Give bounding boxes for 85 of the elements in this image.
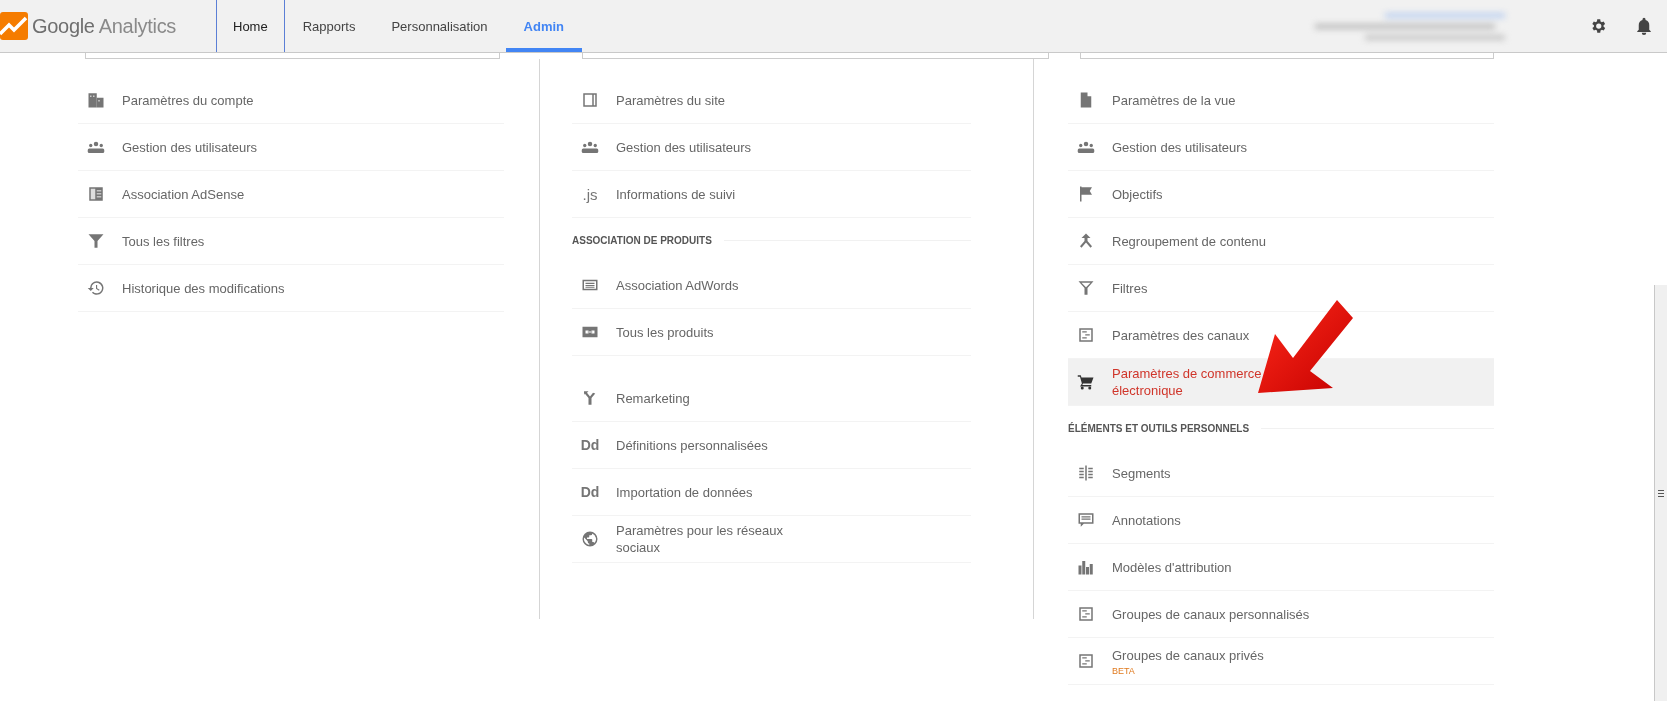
menu-item[interactable]: Groupes de canaux privés BETA: [1068, 638, 1494, 685]
menu-item-label: Paramètres pour les réseaux sociaux: [616, 522, 784, 556]
section-heading: ÉLÉMENTS ET OUTILS PERSONNELS: [1068, 422, 1250, 434]
menu-item-label: Association AdWords: [616, 276, 739, 294]
menu-item[interactable]: Groupes de canaux personnalisés: [1068, 591, 1494, 638]
menu-item-label: Modèles d'attribution: [1112, 558, 1232, 576]
menu-item-label: Segments: [1112, 464, 1171, 482]
cart-icon: [1077, 373, 1095, 391]
menu-item[interactable]: Paramètres pour les réseaux sociaux: [572, 516, 971, 563]
menu-item-label: Paramètres du site: [616, 91, 726, 109]
nav-tab[interactable]: Rapports: [284, 0, 374, 52]
menu-item[interactable]: Gestion des utilisateurs: [1068, 124, 1494, 171]
text-icon: Dd: [580, 437, 600, 453]
grip-icon: [1658, 489, 1664, 497]
menu-item-label: Groupes de canaux personnalisés: [1112, 605, 1310, 623]
menu-item-label: Paramètres de la vue: [1112, 91, 1236, 109]
menu-item[interactable]: Association AdSense: [78, 171, 504, 218]
menu-item-label: Association AdSense: [122, 185, 245, 203]
merge-icon: [1077, 232, 1095, 250]
menu-item[interactable]: .js Informations de suivi: [572, 171, 971, 218]
channels-icon: [1077, 652, 1095, 670]
menu-item-label: Gestion des utilisateurs: [1112, 138, 1248, 156]
text-icon: .js: [582, 185, 598, 203]
menu-item-label: Définitions personnalisées: [616, 436, 768, 454]
menu-item[interactable]: Tous les produits: [572, 309, 971, 356]
channels-icon: [1077, 605, 1095, 623]
menu-item[interactable]: Historique des modifications: [78, 265, 504, 312]
menu-item-label: Paramètres de commerce électronique: [1112, 365, 1263, 399]
property-selector[interactable]: [582, 53, 1049, 59]
window-icon: [581, 91, 599, 109]
nav-tab[interactable]: Admin: [505, 0, 582, 52]
filter-icon: [1077, 279, 1095, 297]
bell-icon: [1635, 16, 1653, 36]
menu-item[interactable]: Segments: [1068, 450, 1494, 497]
menu-item-label: Tous les produits: [616, 323, 714, 341]
menu-item-label: Remarketing: [616, 389, 690, 407]
menu-item-label: Filtres: [1112, 279, 1148, 297]
logo-icon: [0, 12, 28, 40]
logo-brand: Google: [32, 14, 95, 38]
history-icon: [87, 279, 105, 297]
bar-chart-icon: [1077, 558, 1095, 576]
menu-item[interactable]: Tous les filtres: [78, 218, 504, 265]
menu-item-label: Paramètres des canaux: [1112, 326, 1250, 344]
nav-tab[interactable]: Home: [216, 0, 285, 52]
menu-item[interactable]: Annotations: [1068, 497, 1494, 544]
menu-item-label: Regroupement de contenu: [1112, 232, 1266, 250]
scrollbar-thumb[interactable]: [1654, 285, 1667, 701]
menu-item[interactable]: Dd Importation de données: [572, 469, 971, 516]
account-selector[interactable]: [85, 53, 500, 59]
menu-item[interactable]: Association AdWords: [572, 262, 971, 309]
menu-item-label: Informations de suivi: [616, 185, 736, 203]
menu-item[interactable]: Paramètres du site: [572, 77, 971, 124]
menu-item[interactable]: Gestion des utilisateurs: [572, 124, 971, 171]
channels-icon: [1077, 326, 1095, 344]
menu-item-label: Gestion des utilisateurs: [616, 138, 752, 156]
menu-item-label: Objectifs: [1112, 185, 1163, 203]
menu-item[interactable]: Paramètres du compte: [78, 77, 504, 124]
segments-icon: [1077, 464, 1095, 482]
nav-tab[interactable]: Personnalisation: [373, 0, 506, 52]
menu-item-label: Gestion des utilisateurs: [122, 138, 258, 156]
menu-item[interactable]: Dd Définitions personnalisées: [572, 422, 971, 469]
menu-item[interactable]: Objectifs: [1068, 171, 1494, 218]
menu-item-label: Paramètres du compte: [122, 91, 254, 109]
logo-product: Analytics: [98, 14, 177, 38]
filter-icon: [87, 232, 105, 250]
section-heading: ASSOCIATION DE PRODUITS: [572, 234, 712, 246]
menu-item-label: Importation de données: [616, 483, 753, 501]
list-panel-icon: [87, 185, 105, 203]
menu-item-label: Historique des modifications: [122, 279, 285, 297]
beta-label: BETA: [1112, 665, 1136, 676]
globe-icon: [581, 530, 599, 548]
menu-item[interactable]: Paramètres de commerce électronique: [1068, 359, 1494, 406]
menu-item[interactable]: Gestion des utilisateurs: [78, 124, 504, 171]
menu-item[interactable]: Modèles d'attribution: [1068, 544, 1494, 591]
flag-icon: [1077, 185, 1095, 203]
menu-item-label: Annotations: [1112, 511, 1181, 529]
menu-item-label: Groupes de canaux privés: [1112, 646, 1264, 664]
menu-item-label: Tous les filtres: [122, 232, 205, 250]
building-icon: [87, 91, 105, 109]
view-selector[interactable]: [1080, 53, 1494, 59]
comment-icon: [1077, 511, 1095, 529]
menu-item[interactable]: Paramètres de la vue: [1068, 77, 1494, 124]
menu-item[interactable]: Regroupement de contenu: [1068, 218, 1494, 265]
text-icon: Dd: [580, 484, 600, 500]
menu-item[interactable]: Remarketing: [572, 375, 971, 422]
